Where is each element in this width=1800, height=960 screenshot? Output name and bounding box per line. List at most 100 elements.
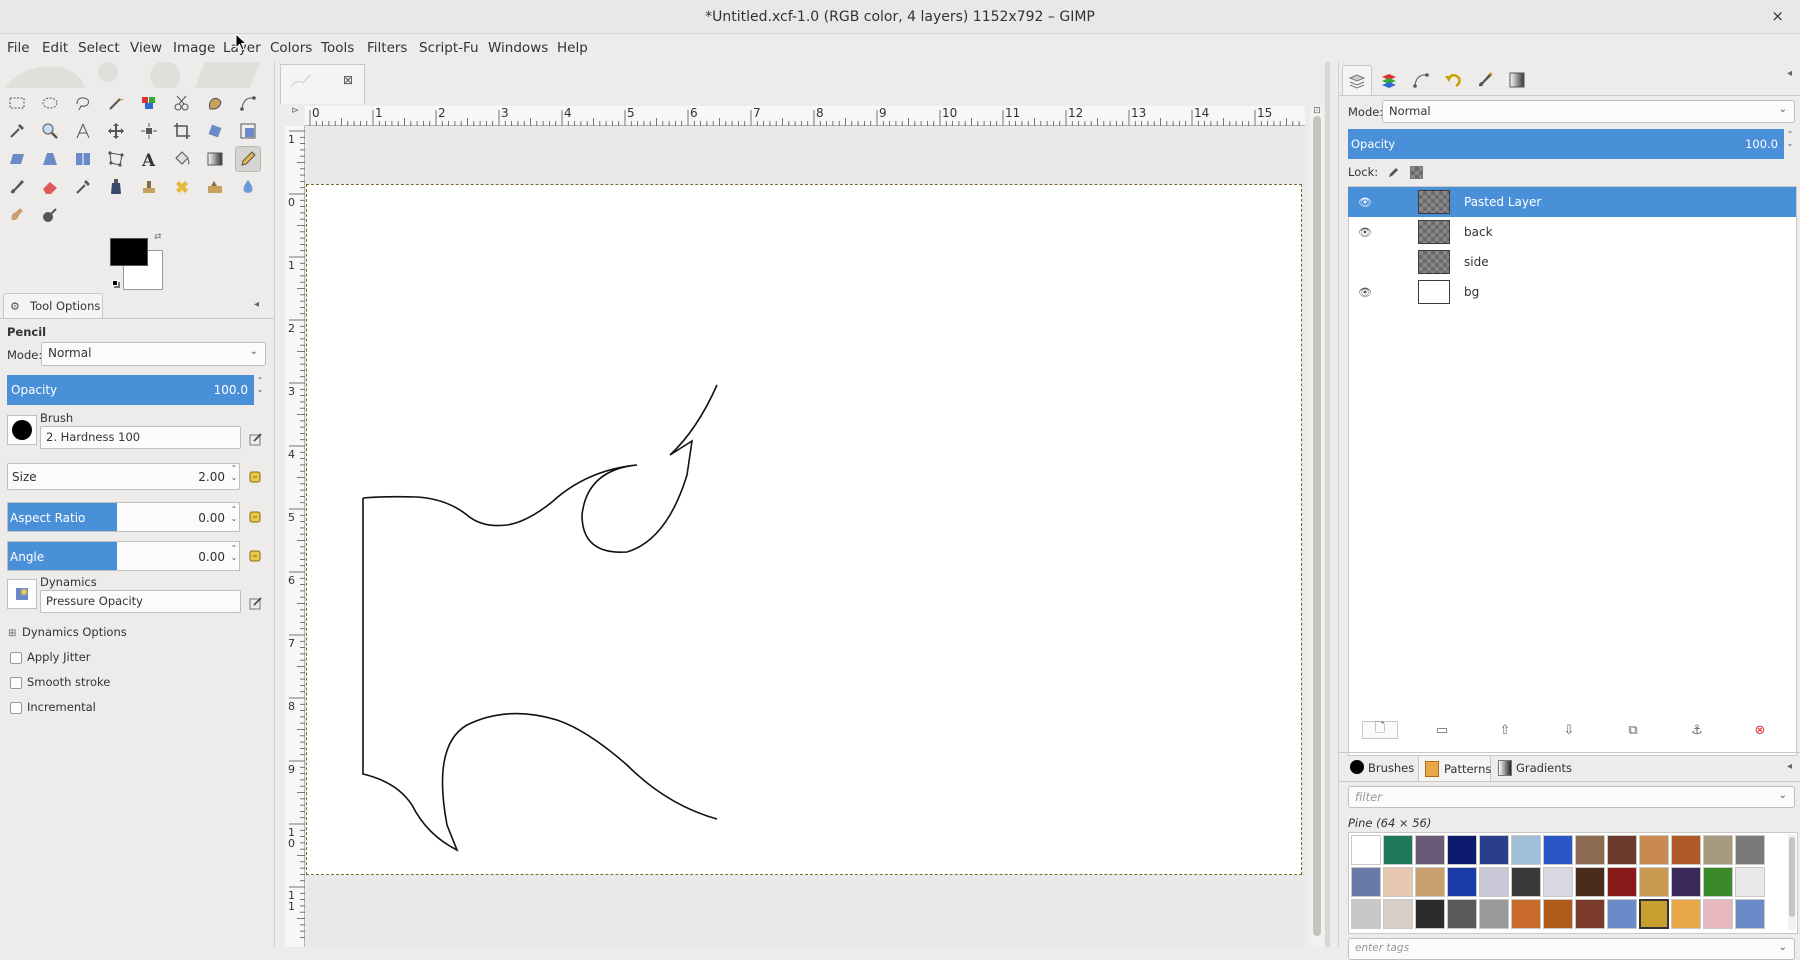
pattern-tags-input[interactable]: enter tags ⌄	[1348, 938, 1795, 960]
reset-angle-icon[interactable]	[248, 549, 262, 563]
ellipse-select-tool-icon[interactable]	[37, 90, 63, 116]
pattern-swatch[interactable]	[1575, 867, 1605, 897]
pattern-swatch[interactable]	[1671, 867, 1701, 897]
pattern-swatch[interactable]	[1703, 835, 1733, 865]
panel-menu-icon[interactable]: ◂	[254, 299, 259, 310]
zoom-navigate-icon[interactable]: ⊡	[1310, 106, 1324, 118]
menu-help[interactable]: Help	[557, 40, 588, 56]
perspective-tool-icon[interactable]	[37, 146, 63, 172]
menu-tools[interactable]: Tools	[321, 40, 354, 56]
pencil-tool-icon[interactable]	[235, 146, 261, 172]
close-icon[interactable]: ×	[1771, 7, 1784, 25]
blend-tool-icon[interactable]	[202, 146, 228, 172]
aspect-spin-buttons[interactable]: ⌃ ⌄	[229, 505, 239, 523]
anchor-layer-icon[interactable]: ⚓	[1686, 721, 1708, 739]
pattern-swatch[interactable]	[1511, 835, 1541, 865]
airbrush-tool-icon[interactable]	[70, 174, 96, 200]
smooth-stroke-checkbox[interactable]	[10, 677, 22, 689]
size-field[interactable]: Size 2.00	[7, 463, 240, 490]
pattern-swatch[interactable]	[1351, 899, 1381, 929]
angle-spin-buttons[interactable]: ⌃ ⌄	[229, 544, 239, 562]
pattern-swatch[interactable]	[1703, 867, 1733, 897]
reset-aspect-icon[interactable]	[248, 510, 262, 524]
layer-opacity-spin-buttons[interactable]: ⌃ ⌄	[1785, 130, 1795, 148]
patterns-menu-icon[interactable]: ◂	[1787, 761, 1792, 772]
incremental-checkbox[interactable]	[10, 702, 22, 714]
layer-mode-select[interactable]: Normal ⌄	[1382, 100, 1795, 123]
pattern-swatch[interactable]	[1447, 867, 1477, 897]
pattern-scrollbar[interactable]	[1788, 834, 1796, 930]
opacity-spin-buttons[interactable]: ⌃ ⌄	[255, 376, 265, 394]
menu-script-fu[interactable]: Script-Fu	[419, 40, 479, 56]
crop-tool-icon[interactable]	[169, 118, 195, 144]
heal-tool-icon[interactable]	[169, 174, 195, 200]
foreground-select-tool-icon[interactable]	[202, 90, 228, 116]
pattern-swatch[interactable]	[1415, 899, 1445, 929]
pattern-swatch[interactable]	[1735, 835, 1765, 865]
free-select-tool-icon[interactable]	[70, 90, 96, 116]
menu-windows[interactable]: Windows	[488, 40, 548, 56]
edit-dynamics-icon[interactable]	[249, 596, 263, 610]
pattern-swatch[interactable]	[1479, 899, 1509, 929]
lock-pixels-icon[interactable]	[1387, 166, 1400, 179]
brush-field[interactable]: 2. Hardness 100	[40, 426, 241, 449]
brushes-tab[interactable]: Brushes	[1348, 755, 1416, 780]
layer-row-bg[interactable]: 👁 bg	[1348, 277, 1796, 307]
menu-edit[interactable]: Edit	[42, 40, 68, 56]
pattern-swatch[interactable]	[1351, 867, 1381, 897]
pattern-swatch[interactable]	[1703, 899, 1733, 929]
pattern-swatch[interactable]	[1383, 899, 1413, 929]
new-layer-icon[interactable]: 🗋	[1362, 721, 1398, 739]
pattern-swatch[interactable]	[1607, 835, 1637, 865]
pattern-swatch[interactable]	[1415, 867, 1445, 897]
edit-brush-icon[interactable]	[249, 432, 263, 446]
pattern-swatch[interactable]	[1671, 899, 1701, 929]
image-canvas[interactable]	[306, 184, 1302, 875]
pattern-swatch[interactable]	[1511, 899, 1541, 929]
pattern-swatch[interactable]	[1671, 835, 1701, 865]
bucket-fill-tool-icon[interactable]	[169, 146, 195, 172]
brushes-tab-icon[interactable]	[1470, 65, 1500, 95]
undo-history-tab-icon[interactable]	[1438, 65, 1468, 95]
layer-row-side[interactable]: side	[1348, 247, 1796, 277]
menu-select[interactable]: Select	[78, 40, 120, 56]
aspect-ratio-field[interactable]: Aspect Ratio 0.00	[7, 502, 240, 532]
shear-tool-icon[interactable]	[4, 146, 30, 172]
scissors-select-tool-icon[interactable]	[169, 90, 195, 116]
color-picker-tool-icon[interactable]	[4, 118, 30, 144]
pattern-swatch[interactable]	[1607, 899, 1637, 929]
rotate-tool-icon[interactable]	[202, 118, 228, 144]
measure-tool-icon[interactable]	[70, 118, 96, 144]
dynamics-options-label[interactable]: Dynamics Options	[22, 625, 127, 639]
pattern-swatch[interactable]	[1415, 835, 1445, 865]
scale-tool-icon[interactable]	[235, 118, 261, 144]
angle-field[interactable]: Angle 0.00	[7, 541, 240, 571]
pattern-swatch[interactable]	[1543, 835, 1573, 865]
smudge-tool-icon[interactable]	[4, 202, 30, 228]
new-layer-group-icon[interactable]: ▭	[1431, 721, 1453, 739]
menu-view[interactable]: View	[130, 40, 162, 56]
menu-filters[interactable]: Filters	[367, 40, 407, 56]
swap-colors-icon[interactable]: ⇄	[154, 232, 162, 242]
pattern-swatch[interactable]	[1447, 835, 1477, 865]
align-tool-icon[interactable]	[136, 118, 162, 144]
opacity-slider[interactable]: Opacity 100.0	[7, 375, 254, 405]
ink-tool-icon[interactable]	[103, 174, 129, 200]
text-tool-icon[interactable]: A	[136, 146, 162, 172]
pattern-swatch[interactable]	[1511, 867, 1541, 897]
raise-layer-icon[interactable]: ⇧	[1494, 721, 1516, 739]
move-tool-icon[interactable]	[103, 118, 129, 144]
reset-size-icon[interactable]	[248, 470, 262, 484]
pattern-swatch[interactable]	[1479, 867, 1509, 897]
quick-mask-menu-icon[interactable]: ⊳	[288, 106, 302, 120]
default-colors-icon[interactable]	[112, 280, 118, 286]
eye-icon[interactable]: 👁	[1358, 196, 1372, 209]
menu-colors[interactable]: Colors	[270, 40, 312, 56]
layers-tab-icon[interactable]	[1342, 65, 1372, 95]
paths-tool-icon[interactable]	[235, 90, 261, 116]
image-tab[interactable]: ⊠	[280, 64, 365, 104]
pattern-swatch[interactable]	[1383, 835, 1413, 865]
vertical-scrollbar[interactable]	[1310, 106, 1324, 947]
clone-tool-icon[interactable]	[136, 174, 162, 200]
pattern-scrollbar-thumb[interactable]	[1789, 837, 1795, 917]
